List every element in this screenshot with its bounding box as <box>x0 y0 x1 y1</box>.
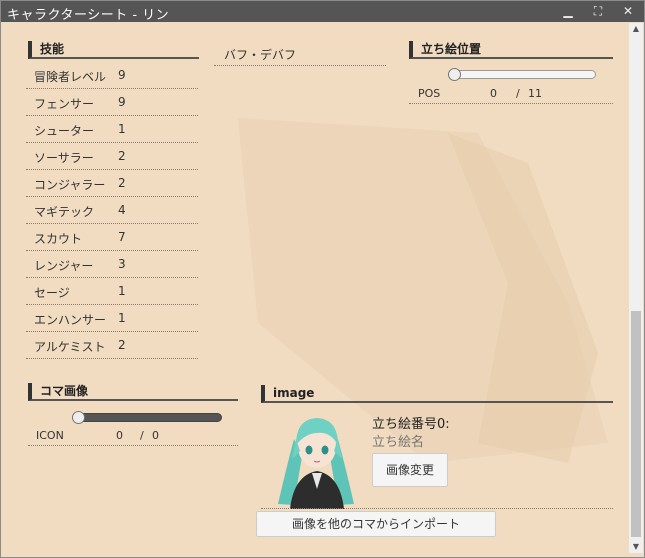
skill-level: 2 <box>118 149 126 163</box>
change-image-button[interactable]: 画像変更 <box>372 453 448 487</box>
icon-slider[interactable] <box>72 411 222 424</box>
skill-name: フェンサー <box>34 97 95 111</box>
scroll-thumb[interactable] <box>631 311 641 537</box>
skill-row: アルケミスト 2 <box>26 333 198 359</box>
skill-name: マギテック <box>34 205 95 219</box>
character-portrait <box>278 418 354 509</box>
pos-readout: POS 0 / 11 <box>409 85 613 104</box>
skill-row: フェンサー 9 <box>26 90 198 116</box>
skill-name: シューター <box>34 124 95 138</box>
skill-row: 冒険者レベル 9 <box>26 63 198 89</box>
skill-name: セージ <box>34 286 70 300</box>
icon-separator: / <box>140 429 144 442</box>
skill-row: レンジャー 3 <box>26 252 198 278</box>
icon-slider-knob[interactable] <box>72 411 85 424</box>
koma-image-heading: コマ画像 <box>28 383 238 401</box>
skill-row: エンハンサー 1 <box>26 306 198 332</box>
pos-separator: / <box>516 87 520 100</box>
skill-row: スカウト 7 <box>26 225 198 251</box>
vertical-scrollbar[interactable]: ▲ ▼ <box>629 23 643 553</box>
skill-level: 2 <box>118 338 126 352</box>
skill-name: アルケミスト <box>34 340 106 354</box>
standing-number-label: 立ち絵番号0: <box>372 417 450 432</box>
title-bar[interactable]: キャラクターシート - リン ▁ ⛶ ✕ <box>1 1 644 23</box>
skills-heading: 技能 <box>28 41 199 59</box>
icon-max: 0 <box>152 429 159 442</box>
pos-label: POS <box>418 87 441 100</box>
pos-slider-knob[interactable] <box>448 68 461 81</box>
skill-row: セージ 1 <box>26 279 198 305</box>
scroll-up-icon[interactable]: ▲ <box>629 23 643 35</box>
skill-name: 冒険者レベル <box>34 70 107 84</box>
skill-name: コンジャラー <box>34 178 106 192</box>
skill-level: 9 <box>118 95 126 109</box>
skill-level: 7 <box>118 230 126 244</box>
skill-level: 1 <box>118 311 126 325</box>
minimize-icon[interactable]: ▁ <box>557 2 579 21</box>
window-title: キャラクターシート - リン <box>7 8 170 23</box>
skill-level: 3 <box>118 257 126 271</box>
skill-level: 1 <box>118 122 126 136</box>
icon-readout: ICON 0 / 0 <box>28 427 238 446</box>
pos-max: 11 <box>528 87 542 100</box>
close-icon[interactable]: ✕ <box>617 2 639 21</box>
icon-value: 0 <box>116 429 123 442</box>
buff-debuff-label: バフ・デバフ <box>224 48 297 62</box>
maximize-icon[interactable]: ⛶ <box>587 2 609 21</box>
image-divider <box>261 508 613 509</box>
icon-label: ICON <box>36 429 64 442</box>
skill-name: エンハンサー <box>34 313 107 327</box>
skill-level: 9 <box>118 68 126 82</box>
import-image-button[interactable]: 画像を他のコマからインポート <box>256 511 496 537</box>
sheet-content: 技能 冒険者レベル 9 フェンサー 9 シューター 1 ソーサラー 2 コンジャラー 2 … <box>8 23 628 553</box>
standing-name-field[interactable]: 立ち絵名 <box>372 431 424 450</box>
character-sheet-window: キャラクターシート - リン ▁ ⛶ ✕ 技能 冒険者レベル 9 フェンサー 9 シ… <box>0 0 645 558</box>
skill-row: コンジャラー 2 <box>26 171 198 197</box>
buff-debuff-field[interactable]: バフ・デバフ <box>214 43 386 66</box>
skill-row: シューター 1 <box>26 117 198 143</box>
skill-row: マギテック 4 <box>26 198 198 224</box>
pos-value: 0 <box>490 87 497 100</box>
skill-level: 4 <box>118 203 126 217</box>
skill-level: 2 <box>118 176 126 190</box>
pos-slider[interactable] <box>448 68 596 81</box>
skill-name: レンジャー <box>34 259 94 273</box>
skill-name: ソーサラー <box>34 151 94 165</box>
skill-row: ソーサラー 2 <box>26 144 198 170</box>
scroll-down-icon[interactable]: ▼ <box>629 541 643 553</box>
skill-level: 1 <box>118 284 126 298</box>
skill-name: スカウト <box>34 232 83 246</box>
standing-position-heading: 立ち絵位置 <box>409 41 613 59</box>
image-heading: image <box>261 385 613 403</box>
